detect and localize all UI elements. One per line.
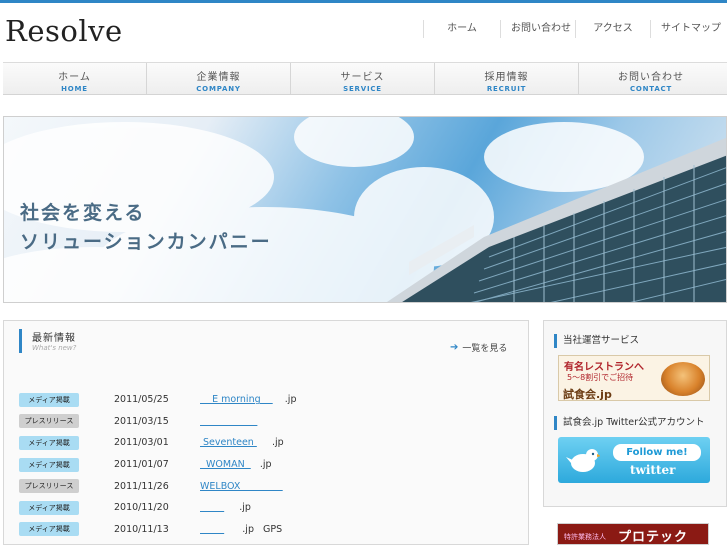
twitter-follow-banner[interactable]: Follow me! twitter bbox=[558, 437, 710, 483]
hero-line-1: 社会を変える bbox=[20, 202, 146, 224]
gnav-recruit[interactable]: 採用情報 RECRUIT bbox=[435, 63, 579, 94]
gnav-label-jp: 採用情報 bbox=[484, 72, 529, 83]
gnav-label-en: SERVICE bbox=[343, 85, 382, 93]
news-subtitle: What's new? bbox=[32, 344, 77, 352]
global-nav: ホーム HOME 企業情報 COMPANY サービス SERVICE 採用情報 … bbox=[3, 62, 727, 95]
news-link[interactable] bbox=[200, 416, 257, 427]
gnav-label-jp: サービス bbox=[340, 72, 385, 83]
news-title: 最新情報 bbox=[32, 333, 76, 344]
banner-small-text: 特許業務法人 bbox=[564, 533, 606, 541]
protec-banner[interactable]: 特許業務法人 プロテック bbox=[557, 523, 709, 545]
news-more-label: 一覧を見る bbox=[462, 344, 508, 354]
gnav-label-en: RECRUIT bbox=[486, 85, 527, 93]
news-item: メディア掲載 2010/11/20 .jp bbox=[19, 497, 524, 519]
news-date: 2010/11/20 bbox=[114, 502, 169, 514]
news-date: 2010/11/13 bbox=[114, 523, 169, 535]
util-nav-access[interactable]: アクセス bbox=[575, 20, 650, 38]
news-text: .jp bbox=[250, 459, 272, 471]
twitter-title: 試食会.jp Twitter公式アカウント bbox=[554, 416, 705, 430]
news-link[interactable] bbox=[200, 502, 224, 513]
shishokukai-banner[interactable]: 有名レストランへ 5～8割引でご招待 試食会.jp bbox=[558, 355, 710, 401]
banner-big-text: プロテック bbox=[618, 530, 689, 545]
top-accent-line bbox=[0, 0, 727, 3]
gnav-label-jp: お問い合わせ bbox=[618, 72, 684, 83]
news-date: 2011/01/07 bbox=[114, 459, 169, 471]
news-text: .jp bbox=[224, 502, 251, 514]
sidebar-services: 当社運営サービス 有名レストランへ 5～8割引でご招待 試食会.jp 試食会.j… bbox=[543, 320, 727, 507]
util-nav-contact[interactable]: お問い合わせ bbox=[500, 20, 575, 38]
news-more-link[interactable]: ➔ 一覧を見る bbox=[450, 341, 507, 354]
news-link[interactable]: Seventeen bbox=[200, 437, 257, 448]
news-date: 2011/03/15 bbox=[114, 415, 169, 427]
twitter-wordmark: twitter bbox=[630, 463, 676, 477]
news-link[interactable]: WOMAN bbox=[200, 459, 251, 470]
news-item: メディア掲載 2011/05/25 E morning .jp bbox=[19, 389, 524, 411]
services-title: 当社運営サービス bbox=[554, 334, 639, 348]
news-link[interactable]: WELBOX bbox=[200, 481, 283, 492]
gnav-contact[interactable]: お問い合わせ CONTACT bbox=[579, 63, 723, 94]
follow-me-label: Follow me! bbox=[613, 444, 701, 461]
news-header: 最新情報 What's new? bbox=[19, 329, 76, 353]
gnav-label-en: CONTACT bbox=[629, 85, 673, 93]
site-logo[interactable]: Resolve bbox=[5, 14, 123, 48]
news-item: メディア掲載 2010/11/13 .jp GPS bbox=[19, 519, 524, 541]
news-date: 2011/03/01 bbox=[114, 437, 169, 449]
banner-subline: 5～8割引でご招待 bbox=[567, 373, 634, 382]
util-nav-sitemap[interactable]: サイトマップ bbox=[650, 20, 727, 38]
page: Resolve ホーム お問い合わせ アクセス サイトマップ ホーム HOME … bbox=[0, 0, 727, 545]
gnav-label-jp: ホーム bbox=[58, 72, 91, 83]
hero-line-2: ソリューションカンパニー bbox=[20, 231, 272, 253]
news-date: 2011/05/25 bbox=[114, 394, 169, 406]
news-item: メディア掲載 2011/03/01 Seventeen .jp bbox=[19, 432, 524, 454]
gnav-label-jp: 企業情報 bbox=[196, 72, 241, 83]
news-date: 2011/11/26 bbox=[114, 480, 169, 492]
banner-headline: 有名レストランへ bbox=[564, 362, 644, 373]
category-badge: メディア掲載 bbox=[19, 500, 79, 515]
news-item: メディア掲載 2011/01/07 WOMAN .jp bbox=[19, 454, 524, 476]
banner-logo: 試食会.jp bbox=[563, 388, 612, 401]
gnav-service[interactable]: サービス SERVICE bbox=[291, 63, 435, 94]
utility-nav: ホーム お問い合わせ アクセス サイトマップ bbox=[423, 20, 727, 38]
news-text: .jp bbox=[256, 437, 284, 449]
dish-image bbox=[661, 362, 705, 396]
category-badge: メディア掲載 bbox=[19, 522, 79, 537]
category-badge: メディア掲載 bbox=[19, 435, 79, 450]
util-nav-home[interactable]: ホーム bbox=[423, 20, 500, 38]
category-badge: プレスリリース bbox=[19, 479, 79, 494]
news-list: メディア掲載 2011/05/25 E morning .jp プレスリリース … bbox=[19, 389, 524, 540]
category-badge: メディア掲載 bbox=[19, 392, 79, 407]
news-text: .jp bbox=[272, 394, 297, 406]
gnav-label-en: HOME bbox=[61, 85, 88, 93]
category-badge: メディア掲載 bbox=[19, 457, 79, 472]
news-item: プレスリリース 2011/03/15 bbox=[19, 411, 524, 433]
hero-banner: 社会を変える ソリューションカンパニー bbox=[3, 116, 727, 303]
twitter-bird-icon bbox=[566, 449, 600, 472]
news-link[interactable] bbox=[200, 524, 224, 535]
category-badge: プレスリリース bbox=[19, 414, 79, 429]
news-panel: 最新情報 What's new? ➔ 一覧を見る メディア掲載 2011/05/… bbox=[3, 320, 529, 545]
hero-catchcopy: 社会を変える ソリューションカンパニー bbox=[20, 199, 272, 257]
news-link[interactable]: E morning bbox=[200, 394, 273, 405]
arrow-right-icon: ➔ bbox=[450, 342, 459, 353]
gnav-label-en: COMPANY bbox=[196, 85, 241, 93]
news-item: プレスリリース 2011/11/26 WELBOX bbox=[19, 475, 524, 497]
gnav-company[interactable]: 企業情報 COMPANY bbox=[147, 63, 291, 94]
news-text: .jp GPS bbox=[224, 523, 283, 535]
gnav-home[interactable]: ホーム HOME bbox=[3, 63, 147, 94]
